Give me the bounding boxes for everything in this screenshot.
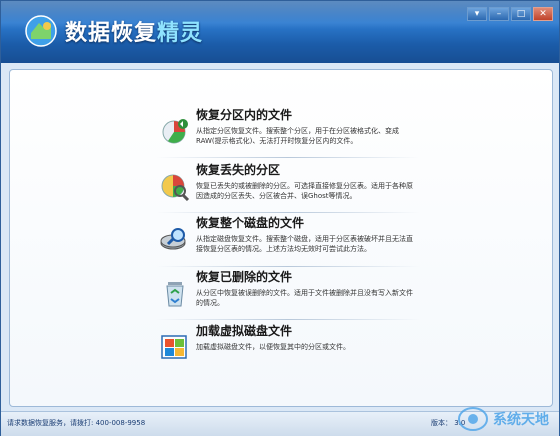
divider [156, 212, 420, 213]
menu-item-title: 恢复整个磁盘的文件 [196, 216, 305, 230]
service-hotline: 请求数据恢复服务，请拨打: 400-008-9958 [7, 419, 146, 427]
divider [156, 319, 420, 320]
app-window: 数据恢复精灵 ▾ – □ ✕ 恢复分区内的文件 从指定分区恢复文件。搜索整个分区… [0, 0, 560, 436]
app-title-main: 数据恢复 [65, 21, 158, 46]
menu-item-title: 恢复已删除的文件 [196, 270, 293, 284]
menu-item-desc: 从指定磁盘恢复文件。搜索整个磁盘，适用于分区表被破坏并且无法直接恢复分区表的情况… [196, 235, 413, 253]
menu-item-title: 恢复分区内的文件 [196, 108, 293, 122]
menu-item-desc: 加载虚拟磁盘文件，以便恢复其中的分区或文件。 [196, 343, 350, 351]
close-button[interactable]: ✕ [533, 7, 553, 21]
watermark-logo-icon [458, 407, 488, 431]
menu-item-recover-deleted-files[interactable]: 恢复已删除的文件 从分区中恢复被误删除的文件。适用于文件被删除并且没有写入新文件… [160, 268, 420, 316]
virtual-disk-icon [161, 335, 187, 359]
menu-item-recover-lost-partition[interactable]: 恢复丢失的分区 恢复已丢失的或被删除的分区。可选择直接修复分区表。适用于各种原因… [160, 161, 420, 209]
disk-recover-icon [160, 228, 186, 250]
recycle-bin-icon [166, 282, 184, 307]
watermark: 系统天地 [457, 403, 557, 435]
menu-item-title: 加载虚拟磁盘文件 [196, 324, 293, 338]
minimize-button[interactable]: – [489, 7, 509, 21]
app-logo-icon [25, 15, 57, 47]
lost-partition-icon [161, 174, 190, 201]
menu-item-desc: 从分区中恢复被误删除的文件。适用于文件被删除并且没有写入新文件的情况。 [196, 289, 413, 307]
partition-recover-icon [162, 119, 188, 144]
watermark-text: 系统天地 [493, 412, 549, 428]
divider [156, 266, 420, 267]
menu-item-recover-partition-files[interactable]: 恢复分区内的文件 从指定分区恢复文件。搜索整个分区，用于在分区被格式化、变成RA… [160, 106, 420, 154]
main-panel: 恢复分区内的文件 从指定分区恢复文件。搜索整个分区，用于在分区被格式化、变成RA… [9, 69, 553, 407]
menu-item-load-virtual-disk[interactable]: 加载虚拟磁盘文件 加载虚拟磁盘文件，以便恢复其中的分区或文件。 [160, 322, 420, 362]
menu-item-desc: 恢复已丢失的或被删除的分区。可选择直接修复分区表。适用于各种原因造成的分区丢失、… [196, 182, 413, 200]
menu-item-desc: 从指定分区恢复文件。搜索整个分区，用于在分区被格式化、变成RAW(提示格式化)、… [196, 127, 399, 145]
window-menu-button[interactable]: ▾ [467, 7, 487, 21]
menu-item-title: 恢复丢失的分区 [196, 163, 281, 177]
window-controls: ▾ – □ ✕ [467, 7, 553, 21]
title-bar[interactable]: 数据恢复精灵 ▾ – □ ✕ [1, 1, 559, 63]
menu-item-recover-disk-files[interactable]: 恢复整个磁盘的文件 从指定磁盘恢复文件。搜索整个磁盘，适用于分区表被破坏并且无法… [160, 214, 420, 262]
maximize-button[interactable]: □ [511, 7, 531, 21]
app-title: 数据恢复精灵 [65, 15, 203, 47]
divider [156, 157, 420, 158]
app-title-accent: 精灵 [157, 21, 204, 46]
